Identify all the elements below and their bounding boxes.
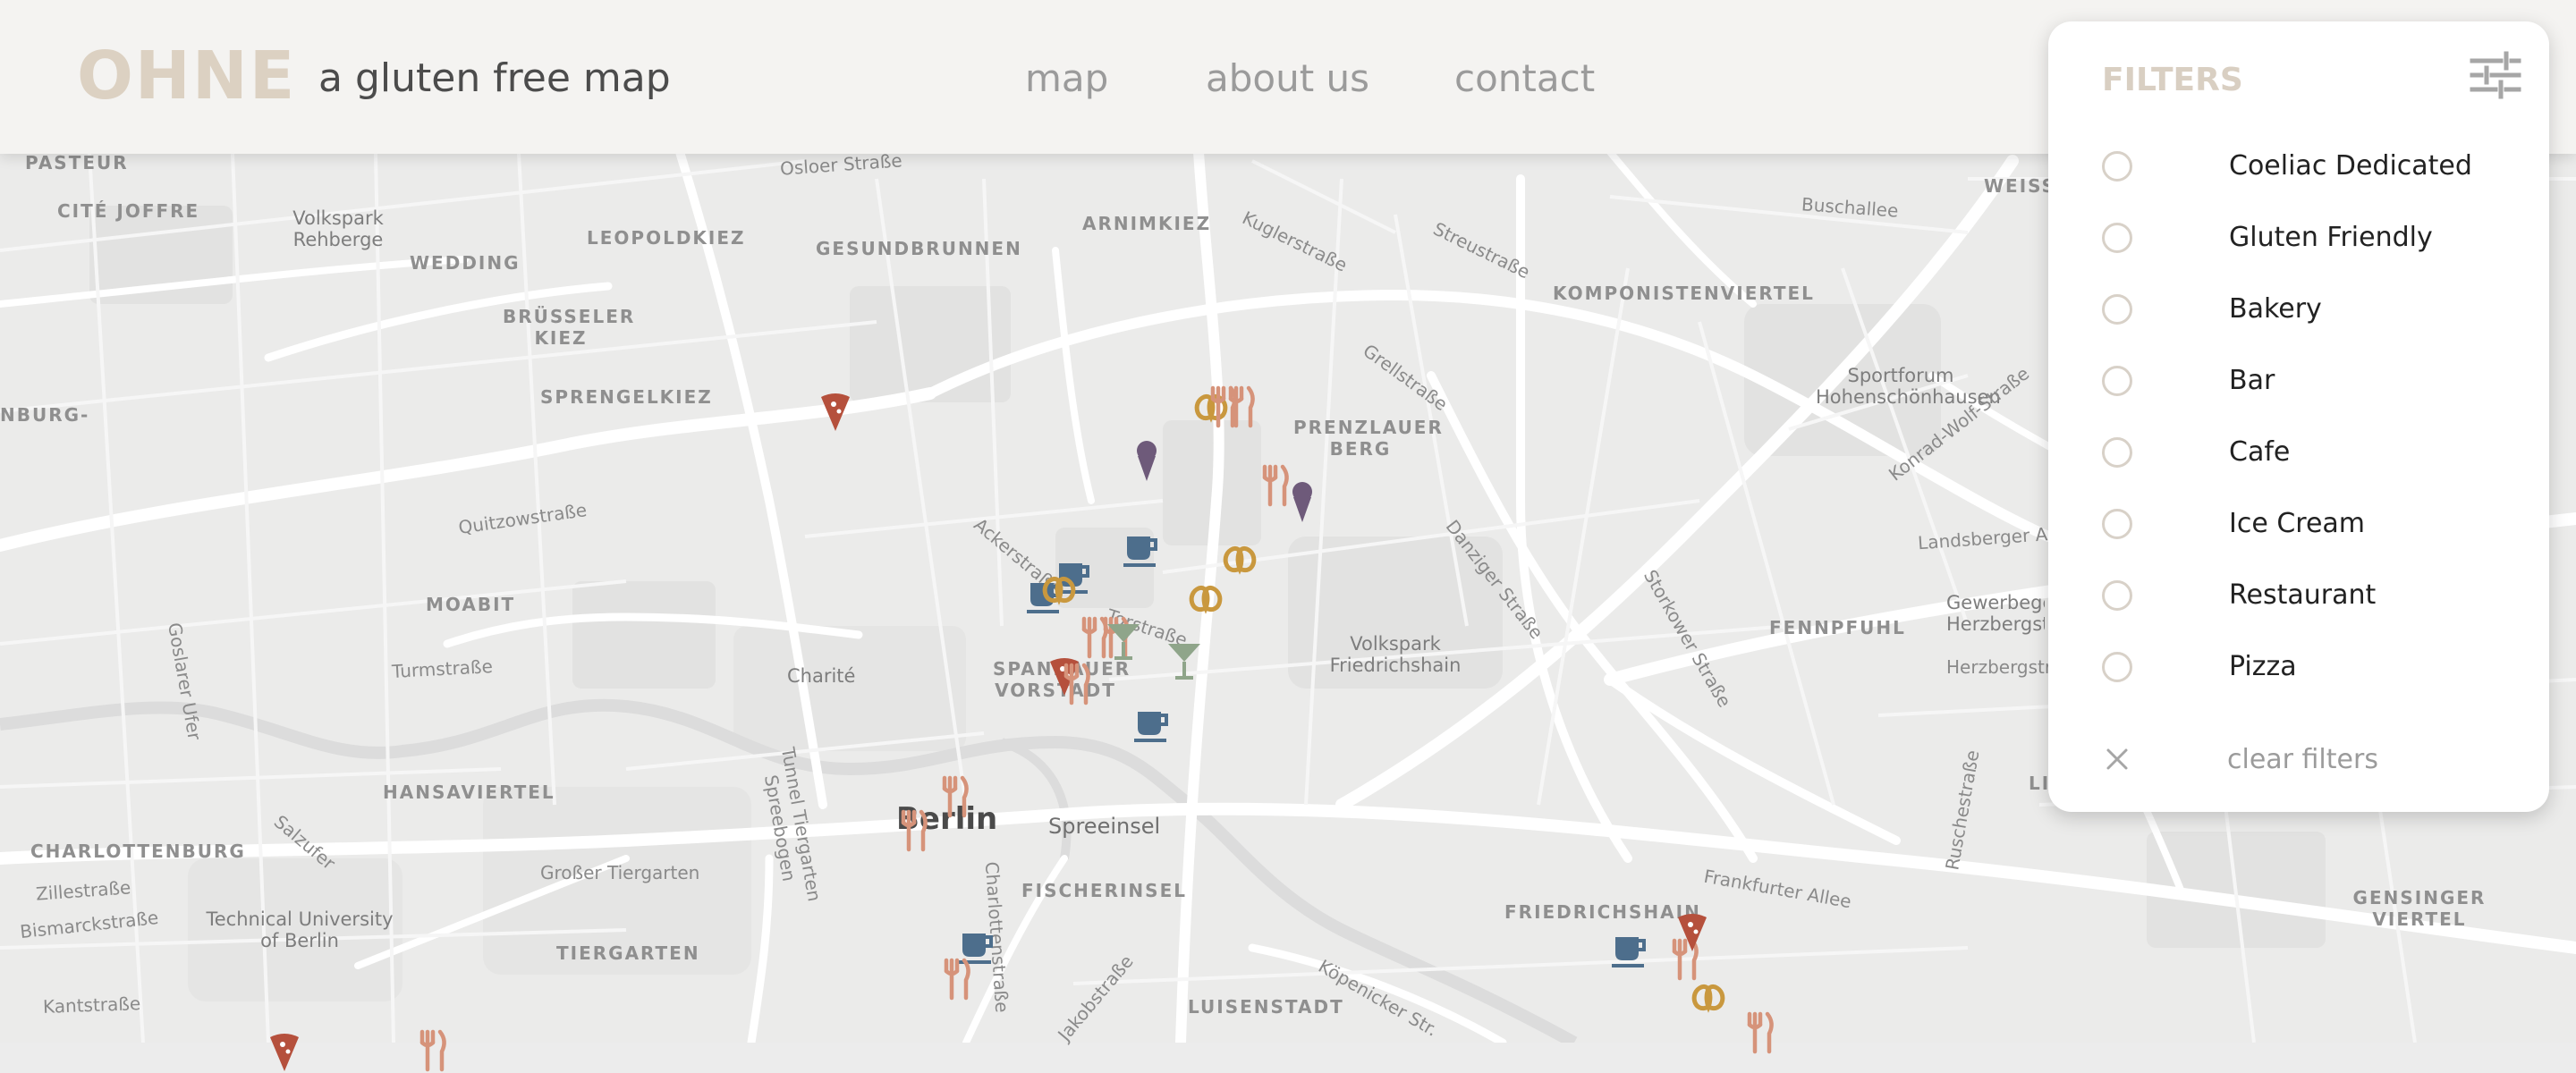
filter-label: Gluten Friendly [2229,222,2433,253]
radio-button[interactable] [2102,652,2132,682]
bakery-marker-icon[interactable] [1188,574,1224,619]
neighborhood-label: CITÉ JOFFRE [57,200,200,222]
restaurant-marker-icon[interactable] [936,774,971,819]
restaurant-marker-icon[interactable] [1222,384,1258,429]
radio-button[interactable] [2102,223,2132,253]
park-label: Volkspark Rehberge [292,207,384,250]
clear-filters-label: clear filters [2227,744,2378,775]
neighborhood-label: HANSAVIERTEL [383,782,555,803]
bar-marker-icon[interactable] [1106,617,1141,662]
tagline: a gluten free map [318,55,671,101]
filter-option-bar[interactable]: Bar [2102,354,2513,408]
pizza-marker-icon[interactable] [1674,908,1710,953]
filters-panel: FILTERS Coeliac Dedicated Gluten Friendl… [2048,21,2549,812]
radio-button[interactable] [2102,294,2132,325]
neighborhood-label: ARNIMKIEZ [1082,213,1212,234]
neighborhood-label: FENNPFUHL [1769,617,1906,638]
neighborhood-label: PRENZLAUER BERG [1293,417,1444,460]
neighborhood-label: TIERGARTEN [556,942,700,964]
park-label: Technical University of Berlin [206,908,394,951]
restaurant-marker-icon[interactable] [894,808,930,853]
bakery-marker-icon[interactable] [1690,973,1726,1018]
neighborhood-label: GENSINGER VIERTEL [2352,887,2487,930]
nav-link-map[interactable]: map [1025,54,1108,104]
park-label: Volkspark Friedrichshain [1329,633,1462,676]
neighborhood-label: LEOPOLDKIEZ [587,227,746,249]
sliders-icon[interactable] [2469,48,2522,102]
filter-option-cafe[interactable]: Cafe [2102,426,2513,479]
restaurant-marker-icon[interactable] [413,1028,449,1073]
neighborhood-label: MOABIT [426,594,516,615]
radio-button[interactable] [2102,151,2132,182]
logo[interactable]: OHNE [77,36,296,116]
filter-label: Pizza [2229,651,2297,682]
radio-button[interactable] [2102,580,2132,611]
bar-marker-icon[interactable] [1166,637,1202,681]
filter-option-gluten-friendly[interactable]: Gluten Friendly [2102,211,2513,265]
filters-title: FILTERS [2102,62,2243,98]
restaurant-marker-icon[interactable] [937,957,973,1001]
neighborhood-label: PASTEUR [25,152,129,173]
filter-label: Coeliac Dedicated [2229,150,2472,182]
pizza-marker-icon[interactable] [267,1028,302,1073]
nav-link-contact[interactable]: contact [1454,54,1595,104]
cafe-marker-icon[interactable] [1123,524,1159,569]
neighborhood-label: LUISENSTADT [1188,996,1344,1018]
street-label: Großer Tiergarten [540,862,700,883]
filter-label: Ice Cream [2229,508,2366,539]
neighborhood-label: WEDDING [410,252,521,274]
radio-button[interactable] [2102,437,2132,468]
radio-button[interactable] [2102,509,2132,539]
filter-label: Bakery [2229,293,2322,325]
filter-label: Restaurant [2229,579,2377,611]
filter-option-ice-cream[interactable]: Ice Cream [2102,497,2513,551]
nav-link-about-us[interactable]: about us [1206,54,1369,104]
restaurant-marker-icon[interactable] [1741,1010,1776,1055]
district-label: Spreeinsel [1048,814,1161,839]
neighborhood-label: NBURG- [0,404,90,426]
filter-option-coeliac-dedicated[interactable]: Coeliac Dedicated [2102,139,2513,193]
neighborhood-label: GESUNDBRUNNEN [816,238,1022,259]
filter-option-pizza[interactable]: Pizza [2102,640,2513,694]
bakery-marker-icon[interactable] [1222,535,1258,579]
neighborhood-label: CHARLOTTENBURG [30,841,246,862]
park-label: Gewerbegebi Herzbergstr [1946,592,2045,635]
neighborhood-label: SPRENGELKIEZ [540,386,713,408]
radio-button[interactable] [2102,366,2132,396]
ice-cream-marker-icon[interactable] [1284,479,1320,524]
bakery-marker-icon[interactable] [1041,565,1077,610]
street-label: Kantstraße [42,993,141,1018]
clear-filters-button[interactable]: clear filters [2102,733,2513,787]
restaurant-marker-icon[interactable] [1057,662,1093,706]
filter-label: Bar [2229,365,2275,396]
ice-cream-marker-icon[interactable] [1129,438,1165,483]
neighborhood-label: FRIEDRICHSHAIN [1504,901,1701,923]
cafe-marker-icon[interactable] [1134,699,1170,744]
park-label: Sportforum Hohenschönhausen [1816,365,2001,408]
cafe-marker-icon[interactable] [1612,925,1648,969]
park-label: Charité [787,665,856,687]
neighborhood-label: BRÜSSELER KIEZ [503,306,636,349]
filter-option-bakery[interactable]: Bakery [2102,283,2513,336]
filter-label: Cafe [2229,436,2291,468]
filter-option-restaurant[interactable]: Restaurant [2102,569,2513,622]
neighborhood-label: FISCHERINSEL [1021,880,1187,901]
neighborhood-label: KOMPONISTENVIERTEL [1553,283,1815,304]
pizza-marker-icon[interactable] [818,388,853,433]
close-icon [2106,748,2128,770]
